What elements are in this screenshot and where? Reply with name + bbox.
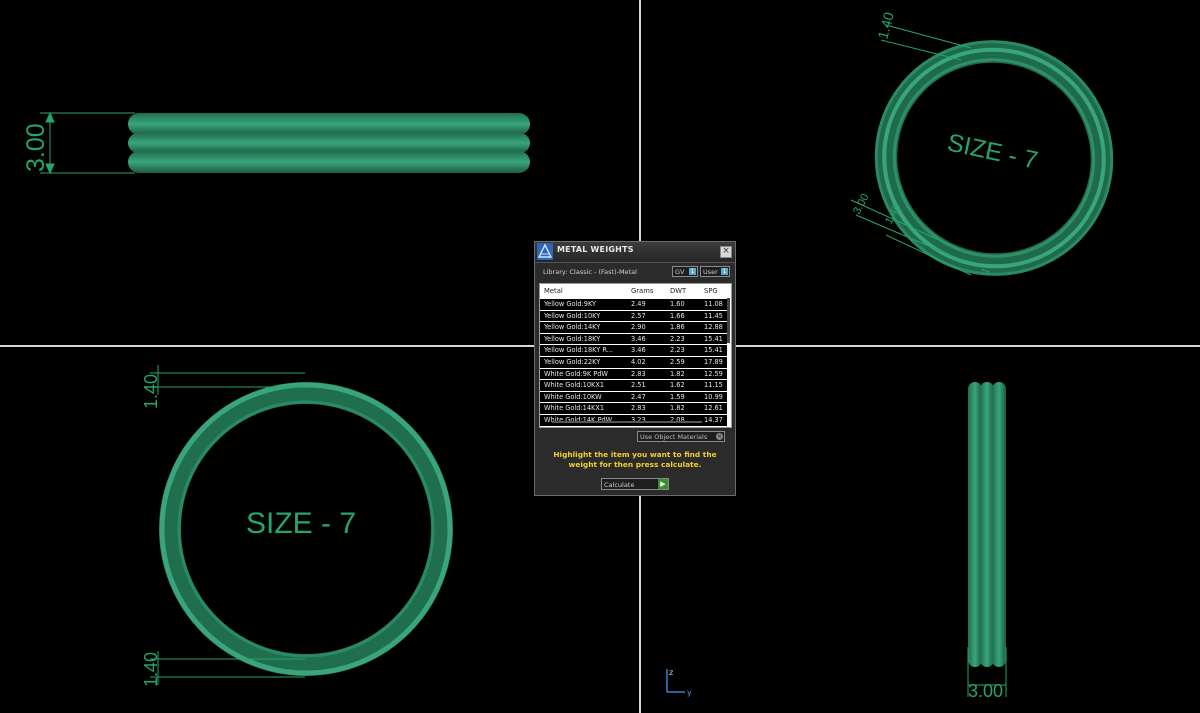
cell-grams: 2.90 [631,323,646,332]
cell-spg: 12.61 [704,404,723,413]
cell-dwt: 1.62 [670,381,685,390]
size-label: SIZE - 7 [945,128,1041,174]
cell-dwt: 1.59 [670,392,685,401]
play-icon: ▶ [658,479,668,489]
table-row[interactable]: White Gold:9K PdW 2.83 1.82 12.59 [540,368,727,381]
checkbox-x-icon: × [716,433,723,440]
cell-metal: Yellow Gold:10KY [544,311,601,320]
cell-dwt: 1.86 [670,323,685,332]
ring-front-view [128,113,530,173]
column-header-spg[interactable]: SPG [704,287,718,295]
use-object-materials-label: Use Object Materials [640,433,708,441]
gv-toggle[interactable]: GV 1 [672,266,698,277]
cell-spg: 12.88 [704,323,723,332]
cell-metal: White Gold:9K PdW [544,369,608,378]
table-row[interactable]: Yellow Gold:14KY 2.90 1.86 12.88 [540,322,727,334]
metal-weights-dialog[interactable]: METAL WEIGHTS × Library: Classic - (Fast… [534,241,736,496]
vertical-scrollbar[interactable] [727,298,730,343]
cell-grams: 3.46 [631,346,646,355]
cell-grams: 2.49 [631,300,646,308]
table-rows: Yellow Gold:9KY 2.49 1.60 11.08 Yellow Gold:… [540,299,727,427]
ring-side-view [968,382,1006,667]
column-header-grams[interactable]: Grams [631,287,653,295]
user-toggle-label: User [703,268,718,276]
table-row[interactable]: White Gold:10KW 2.47 1.59 10.99 [540,391,727,404]
gv-toggle-badge: 1 [689,268,696,275]
cell-dwt: 2.59 [670,357,685,366]
column-header-dwt[interactable]: DWT [670,287,686,295]
table-row[interactable]: White Gold:14KX1 2.83 1.82 12.61 [540,403,727,415]
cell-grams: 3.46 [631,334,646,343]
cell-grams: 3.23 [631,415,646,424]
cell-dwt: 1.60 [670,300,685,308]
use-object-materials-checkbox[interactable]: Use Object Materials × [637,431,725,442]
cell-metal: Yellow Gold:18KY [544,334,601,343]
cell-dwt: 2.23 [670,334,685,343]
calculate-label: Calculate [604,481,635,489]
cell-dwt: 2.23 [670,346,685,355]
table-row[interactable]: Yellow Gold:9KY 2.49 1.60 11.08 [540,299,727,311]
cell-metal: Yellow Gold:14KY [544,323,601,332]
cell-dwt: 2.08 [670,415,685,424]
user-toggle-badge: 1 [721,268,728,275]
table-row[interactable]: White Gold:10KX1 2.51 1.62 11.15 [540,380,727,392]
cell-grams: 2.83 [631,404,646,413]
cell-metal: Yellow Gold:9KY [544,300,597,308]
cell-metal: White Gold:10KX1 [544,381,605,390]
table-row[interactable]: Yellow Gold:22KY 4.02 2.59 17.89 [540,356,727,369]
cell-dwt: 1.82 [670,369,685,378]
cell-spg: 14.37 [704,415,723,424]
library-label: Library: Classic - (Fast)-Metal [543,268,637,276]
cell-metal: Yellow Gold:22KY [544,357,601,366]
dimension-front [40,111,135,175]
axis-label-y: y [687,688,692,697]
dimension-label: 1.40 [141,374,161,409]
cell-spg: 15.41 [704,334,723,343]
table-row[interactable]: Yellow Gold:18KY R... 3.46 2.23 15.41 [540,345,727,357]
dimension-label: 1.40 [874,10,897,41]
cell-dwt: 1.82 [670,404,685,413]
cell-metal: White Gold:10KW [544,392,602,401]
cell-spg: 11.45 [704,311,723,320]
gv-toggle-label: GV [675,268,685,276]
close-icon[interactable]: × [720,246,732,258]
dimension-label: 1.40 [141,652,161,687]
cell-spg: 10.99 [704,392,723,401]
instruction-text: Highlight the item you want to find the … [553,450,717,469]
cell-grams: 2.57 [631,311,646,320]
dimension-label: 3.00 [968,681,1003,701]
axis-label-z: z [669,668,673,677]
user-toggle[interactable]: User 1 [700,266,730,277]
cell-metal: White Gold:14KX1 [544,404,605,413]
column-header-metal[interactable]: Metal [544,287,563,295]
dialog-title: METAL WEIGHTS [557,245,634,254]
cell-spg: 17.89 [704,357,723,366]
cell-metal: White Gold:14K PdW [544,415,613,424]
dimension-label: 3.00 [851,192,872,217]
cell-grams: 2.83 [631,369,646,378]
metal-weights-table[interactable]: Metal Grams DWT SPG Yellow Gold:9KY 2.49 1… [539,283,732,428]
horizontal-scrollbar[interactable] [552,421,702,423]
cell-grams: 4.02 [631,357,646,366]
dialog-title-bar[interactable]: METAL WEIGHTS × [535,242,735,263]
calculate-button[interactable]: Calculate ▶ [601,478,669,490]
cell-metal: Yellow Gold:18KY R... [544,346,614,355]
table-row[interactable]: Yellow Gold:18KY 3.46 2.23 15.41 [540,333,727,346]
table-row[interactable]: Yellow Gold:10KY 2.57 1.66 11.45 [540,310,727,323]
dimension-label: 3.00 [22,123,50,172]
table-header: Metal Grams DWT SPG [540,284,731,298]
cell-grams: 2.51 [631,381,646,390]
cell-spg: 11.08 [704,300,723,308]
matrix-logo-icon [537,243,553,260]
cell-spg: 11.15 [704,381,723,390]
cell-spg: 15.41 [704,346,723,355]
size-label: SIZE - 7 [246,507,356,540]
cell-grams: 2.47 [631,392,646,401]
cell-spg: 12.59 [704,369,723,378]
cell-dwt: 1.66 [670,311,685,320]
